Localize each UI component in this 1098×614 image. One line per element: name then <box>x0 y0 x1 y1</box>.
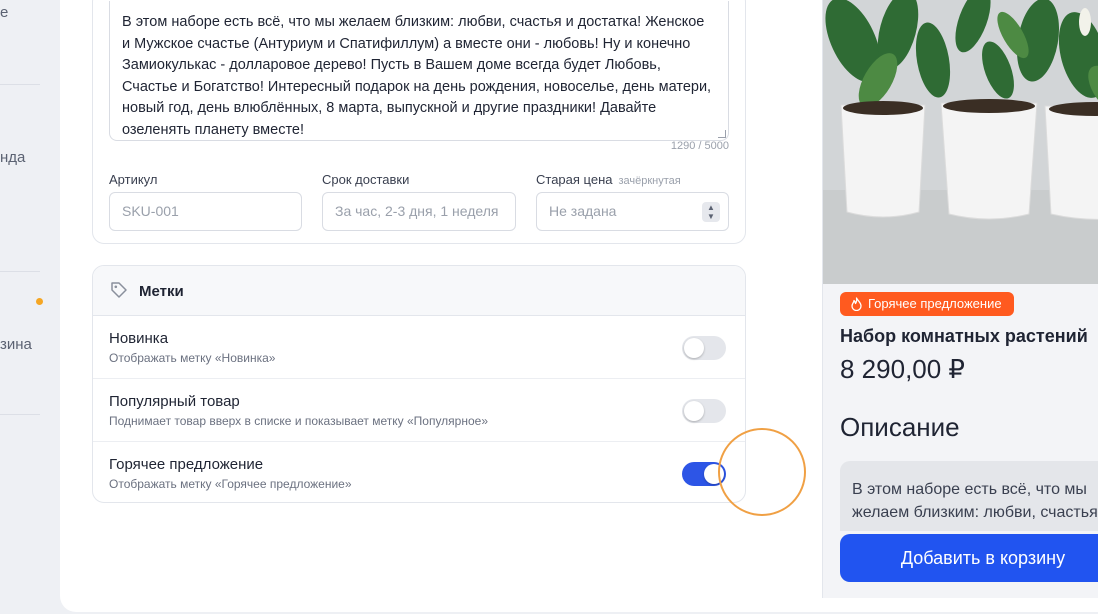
sidebar-divider <box>0 414 40 415</box>
old-price-hint: зачёркнутая <box>618 175 681 187</box>
old-price-input[interactable]: Не задана ▲ ▼ <box>536 192 729 231</box>
product-price: 8 290,00 ₽ <box>840 354 965 384</box>
tags-title: Метки <box>139 283 184 300</box>
tag-name: Новинка <box>109 330 169 347</box>
plants-illustration <box>823 0 1098 284</box>
sidebar-item-1[interactable]: е <box>0 4 8 21</box>
hot-offer-label: Горячее предложение <box>868 296 1002 311</box>
resize-handle[interactable] <box>718 130 726 138</box>
sidebar-item-2[interactable]: нда <box>0 149 25 166</box>
description-card: В этом наборе есть всё, что мы желаем бл… <box>92 0 746 244</box>
toggle-popular[interactable] <box>682 399 726 423</box>
toggle-knob <box>684 401 704 421</box>
delivery-input[interactable]: За час, 2-3 дня, 1 неделя <box>322 192 516 231</box>
sidebar-item-3[interactable]: зина <box>0 336 32 353</box>
description-preview: В этом наборе есть всё, что мы желаем бл… <box>840 461 1098 531</box>
tag-description: Поднимает товар вверх в списке и показыв… <box>109 414 488 428</box>
description-text: В этом наборе есть всё, что мы желаем бл… <box>122 14 712 138</box>
tag-row-popular: Популярный товар Поднимает товар вверх в… <box>93 378 745 441</box>
flame-icon <box>851 297 862 311</box>
sidebar: е нда зина <box>0 0 60 614</box>
sku-input[interactable]: SKU-001 <box>109 192 302 231</box>
tag-row-new: Новинка Отображать метку «Новинка» <box>93 316 745 379</box>
product-name: Набор комнатных растений <box>840 326 1088 346</box>
product-photo <box>823 0 1098 284</box>
tag-description: Отображать метку «Новинка» <box>109 351 276 365</box>
tag-row-hot: Горячее предложение Отображать метку «Го… <box>93 441 745 502</box>
description-heading: Описание <box>840 412 960 442</box>
tags-card: Метки Новинка Отображать метку «Новинка»… <box>92 265 746 503</box>
sidebar-divider <box>0 84 40 85</box>
toggle-new[interactable] <box>682 336 726 360</box>
tag-icon <box>111 282 127 298</box>
sku-label: Артикул <box>109 172 158 187</box>
tag-description: Отображать метку «Горячее предложение» <box>109 477 352 491</box>
hot-offer-badge: Горячее предложение <box>840 292 1014 316</box>
tag-name: Горячее предложение <box>109 456 264 473</box>
sidebar-divider <box>0 271 40 272</box>
add-to-cart-button[interactable]: Добавить в корзину <box>840 534 1098 582</box>
number-stepper[interactable]: ▲ ▼ <box>702 202 720 222</box>
tags-header: Метки <box>93 266 745 316</box>
tag-name: Популярный товар <box>109 393 240 410</box>
delivery-label: Срок доставки <box>322 172 410 187</box>
char-counter: 1290 / 5000 <box>670 140 729 152</box>
old-price-placeholder: Не задана <box>549 203 617 219</box>
description-textarea[interactable]: В этом наборе есть всё, что мы желаем бл… <box>109 1 729 141</box>
highlight-ring <box>718 428 806 516</box>
notification-dot <box>36 298 43 305</box>
main-panel: В этом наборе есть всё, что мы желаем бл… <box>60 0 1098 612</box>
old-price-label: Старая цена зачёркнутая <box>536 172 681 187</box>
toggle-knob <box>684 338 704 358</box>
product-preview: Горячее предложение Набор комнатных раст… <box>822 0 1098 598</box>
